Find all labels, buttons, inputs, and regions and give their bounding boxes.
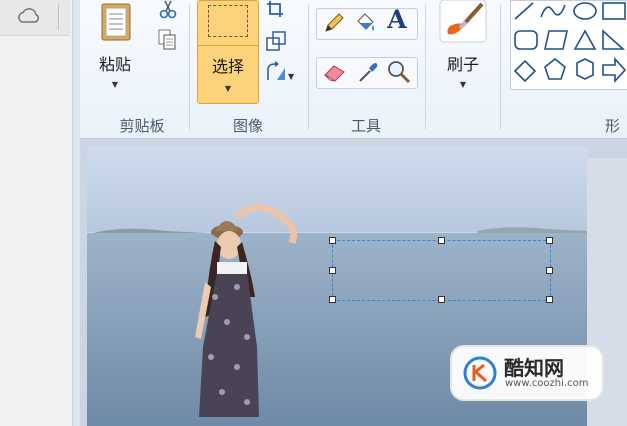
- left-pane: [0, 0, 70, 426]
- shape-rectangle-icon[interactable]: [602, 2, 626, 20]
- shape-pentagon-icon[interactable]: [544, 57, 566, 80]
- svg-text:▼: ▼: [288, 72, 295, 81]
- group-divider: [308, 4, 309, 130]
- paste-label: 粘贴: [98, 55, 131, 74]
- left-pane-toolbar: [0, 0, 70, 36]
- brushes-button[interactable]: 刷子 ▼: [433, 0, 493, 100]
- selection-handle[interactable]: [438, 237, 445, 244]
- select-label: 选择: [211, 57, 244, 76]
- paste-button[interactable]: 粘贴 ▼: [90, 0, 140, 100]
- shape-rounded-rect-icon[interactable]: [514, 30, 538, 50]
- selection-handle[interactable]: [329, 237, 336, 244]
- magnifier-icon[interactable]: [386, 59, 412, 85]
- ribbon: 粘贴 ▼ 剪贴板 选择 ▼ ▼ 图像 A 工具 刷子 ▼ 形: [80, 0, 627, 139]
- shapes-group-label: 形: [605, 117, 621, 135]
- copy-icon[interactable]: [157, 28, 177, 52]
- clipboard-group-label: 剪贴板: [119, 117, 165, 135]
- selection-handle[interactable]: [546, 237, 553, 244]
- brush-icon: [439, 0, 487, 43]
- eraser-icon[interactable]: [322, 60, 348, 84]
- selection-handle[interactable]: [546, 296, 553, 303]
- selection-rect-icon: [208, 5, 248, 37]
- watermark-url: www.coozhi.com: [505, 378, 589, 389]
- cloud-icon[interactable]: [16, 5, 42, 27]
- pencil-icon[interactable]: [322, 11, 346, 35]
- brushes-label: 刷子: [446, 55, 479, 74]
- watermark-badge: 酷知网 www.coozhi.com: [450, 345, 604, 401]
- selection-handle[interactable]: [329, 267, 336, 274]
- shape-diamond-icon[interactable]: [513, 59, 537, 83]
- tools-group-label: 工具: [350, 117, 381, 135]
- shape-oval-icon[interactable]: [573, 2, 597, 20]
- coozhi-logo-icon: [463, 356, 497, 390]
- select-button[interactable]: 选择 ▼: [197, 0, 259, 104]
- fill-bucket-icon[interactable]: [352, 11, 378, 35]
- chevron-down-icon: ▼: [111, 80, 119, 89]
- color-picker-icon[interactable]: [356, 60, 380, 84]
- shape-polygon-icon[interactable]: [544, 30, 568, 50]
- shape-right-triangle-icon[interactable]: [602, 29, 626, 50]
- shapes-gallery: [510, 0, 627, 90]
- cut-icon[interactable]: [158, 0, 178, 20]
- selection-handle[interactable]: [438, 296, 445, 303]
- clipboard-icon: [101, 3, 131, 41]
- group-divider: [425, 4, 426, 130]
- resize-icon[interactable]: [265, 30, 289, 52]
- shape-triangle-icon[interactable]: [573, 29, 597, 50]
- shape-hexagon-icon[interactable]: [576, 58, 594, 80]
- selection-rectangle[interactable]: [332, 240, 551, 301]
- group-divider: [189, 4, 190, 130]
- shape-arrow-icon[interactable]: [602, 56, 627, 84]
- crop-icon[interactable]: [266, 0, 286, 20]
- shape-curve-icon[interactable]: [540, 4, 566, 18]
- shape-line-icon[interactable]: [514, 2, 534, 20]
- selection-handle[interactable]: [546, 267, 553, 274]
- image-group-label: 图像: [232, 117, 263, 135]
- text-tool-icon[interactable]: A: [384, 5, 410, 35]
- group-divider: [500, 4, 501, 130]
- chevron-down-icon: ▼: [459, 80, 467, 89]
- chevron-down-icon: ▼: [224, 84, 232, 93]
- rotate-icon[interactable]: ▼: [263, 60, 297, 84]
- watermark-brand: 酷知网: [504, 356, 564, 380]
- selection-handle[interactable]: [329, 296, 336, 303]
- divider: [198, 45, 258, 46]
- divider: [58, 4, 59, 30]
